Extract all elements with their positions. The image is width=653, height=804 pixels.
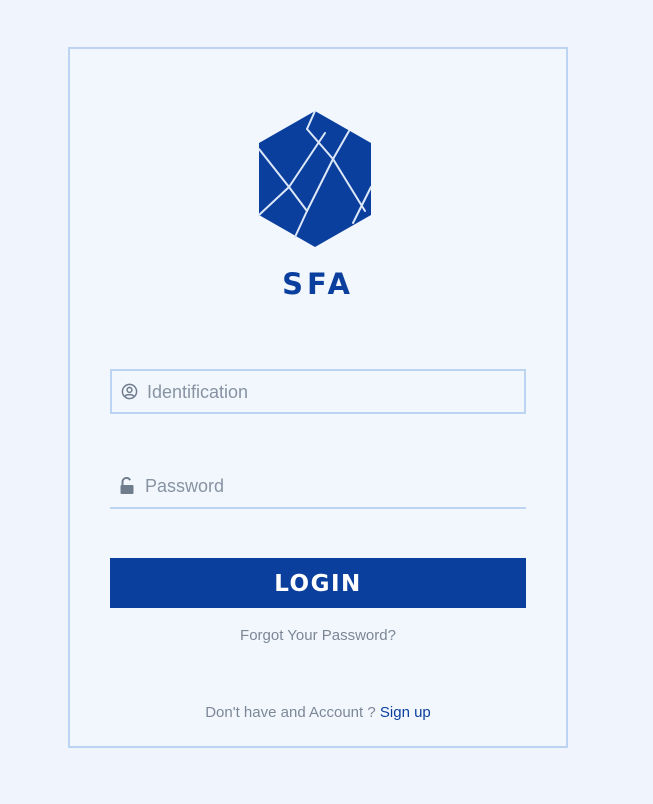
password-field[interactable]: [110, 464, 526, 509]
unlock-icon: [120, 477, 134, 494]
signup-prompt-line: Don't have and Account ? Sign up: [70, 704, 566, 721]
identification-field[interactable]: [110, 369, 526, 414]
password-input[interactable]: [145, 474, 505, 498]
login-card: SFA LOGIN Forgot Your Password? Don't ha…: [68, 47, 568, 748]
login-button[interactable]: LOGIN: [110, 558, 526, 608]
user-circle-icon: [121, 383, 138, 400]
signup-link[interactable]: Sign up: [380, 704, 431, 721]
hexagon-logo-icon: [258, 111, 372, 247]
brand-name: SFA: [282, 267, 354, 301]
forgot-password-link[interactable]: Forgot Your Password?: [70, 627, 566, 644]
signup-prompt-text: Don't have and Account ?: [205, 704, 376, 721]
identification-input[interactable]: [147, 380, 507, 404]
